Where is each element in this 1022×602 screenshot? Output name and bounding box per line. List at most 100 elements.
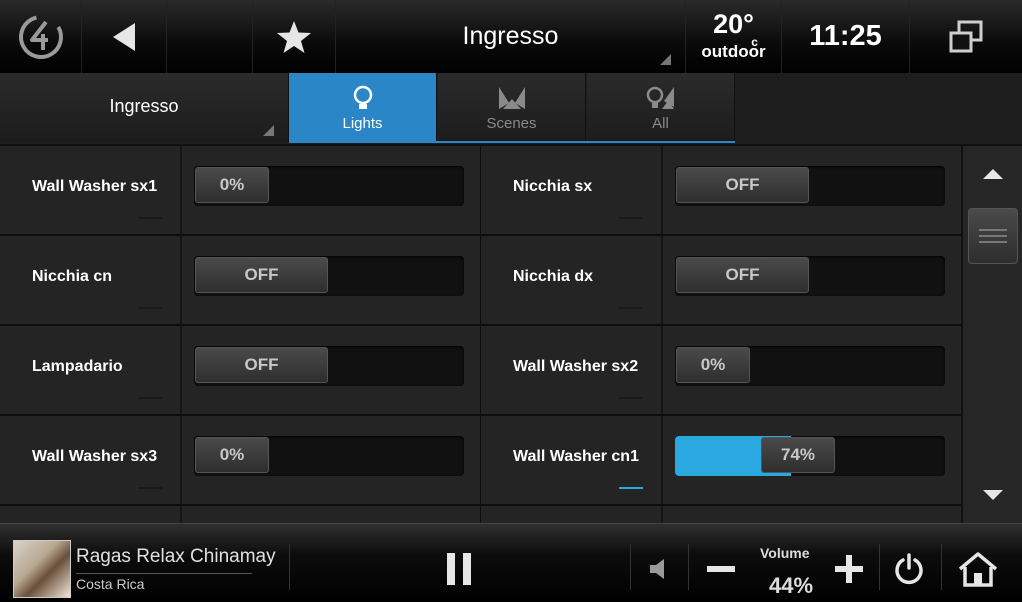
tab-label: Lights — [342, 115, 383, 132]
volume-down-button[interactable] — [696, 549, 746, 589]
slider-knob[interactable]: 0% — [676, 347, 750, 383]
top-bar: Ingresso 20° c outdoor 11:25 — [0, 0, 1022, 74]
dimmer-slider[interactable]: OFF — [675, 166, 945, 206]
divider — [688, 544, 689, 590]
plus-icon — [835, 555, 863, 583]
tab-lights[interactable]: Lights — [289, 73, 437, 142]
tab-all[interactable]: All — [587, 73, 735, 142]
temperature-unit: c — [751, 35, 758, 49]
volume-value: 44% — [769, 573, 814, 598]
bulb-icon — [353, 85, 372, 109]
pause-button[interactable] — [430, 544, 488, 594]
album-art[interactable] — [13, 540, 71, 598]
tab-underline — [289, 141, 735, 143]
scroll-thumb[interactable] — [968, 208, 1018, 264]
device-name[interactable]: Wall Washer cn1 — [513, 448, 639, 466]
device-name[interactable]: Nicchia cn — [32, 268, 112, 286]
slider-knob[interactable]: OFF — [195, 347, 328, 383]
device-name[interactable]: Wall Washer sx2 — [513, 358, 638, 376]
power-button[interactable] — [885, 549, 933, 589]
divider — [180, 236, 182, 324]
device-cell: Wall Washer sx1 0% — [0, 146, 482, 234]
divider — [661, 506, 663, 523]
favorites-button[interactable] — [253, 0, 336, 73]
scroll-down-button[interactable] — [963, 467, 1022, 523]
divider — [289, 544, 290, 590]
logo-button[interactable] — [0, 0, 82, 73]
device-status-indicator — [138, 217, 162, 219]
logo-icon — [18, 14, 63, 59]
media-player-bar: Ragas Relax Chinamayi Costa Rica Volume … — [0, 523, 1022, 602]
device-cell: Nicchia cn OFF — [0, 236, 482, 324]
divider — [941, 544, 942, 590]
device-row: Nicchia cn OFF Nicchia dx OFF — [0, 236, 961, 326]
dimmer-slider[interactable]: OFF — [194, 346, 464, 386]
divider — [879, 544, 880, 590]
track-artist: Costa Rica — [76, 576, 145, 592]
device-status-indicator — [619, 397, 643, 399]
scenes-icon — [498, 87, 525, 109]
room-label: Ingresso — [109, 96, 179, 116]
slider-knob[interactable]: 0% — [195, 167, 269, 203]
windows-icon — [949, 20, 983, 52]
divider — [180, 506, 182, 523]
tab-bar: Ingresso Lights Scenes All — [0, 73, 1022, 146]
divider — [661, 326, 663, 414]
dimmer-slider[interactable]: 0% — [194, 436, 464, 476]
slider-knob[interactable]: 74% — [761, 437, 835, 473]
slider-knob[interactable]: 0% — [195, 437, 269, 473]
divider — [661, 146, 663, 234]
top-bar-spacer — [167, 0, 253, 73]
dimmer-slider[interactable]: 0% — [675, 346, 945, 386]
chevron-down-icon — [982, 490, 1003, 500]
weather-widget[interactable]: 20° c outdoor — [686, 0, 782, 73]
page-title-button[interactable]: Ingresso — [336, 0, 686, 73]
slider-knob[interactable]: OFF — [676, 167, 809, 203]
speaker-icon — [650, 559, 664, 579]
clock: 11:25 — [782, 0, 910, 73]
volume-up-button[interactable] — [824, 549, 874, 589]
back-button[interactable] — [82, 0, 167, 73]
divider — [180, 146, 182, 234]
slider-knob[interactable]: OFF — [195, 257, 328, 293]
device-name[interactable]: Wall Washer sx3 — [32, 448, 157, 466]
dimmer-slider[interactable]: 74% — [675, 436, 945, 476]
back-arrow-icon — [113, 22, 135, 51]
scrollbar[interactable] — [961, 146, 1022, 523]
device-cell — [0, 506, 482, 523]
dimmer-slider[interactable]: OFF — [675, 256, 945, 296]
device-cell: Wall Washer sx2 0% — [481, 326, 961, 414]
device-cell: Wall Washer cn1 74% — [481, 416, 961, 504]
volume-label: Volume — [760, 545, 810, 561]
mute-button[interactable] — [640, 549, 678, 589]
dimmer-slider[interactable]: 0% — [194, 166, 464, 206]
dimmer-slider[interactable]: OFF — [194, 256, 464, 296]
device-name[interactable]: Nicchia dx — [513, 268, 593, 286]
all-icon — [646, 86, 674, 109]
device-name[interactable]: Wall Washer sx1 — [32, 178, 157, 196]
device-name[interactable]: Nicchia sx — [513, 178, 592, 196]
device-cell: Nicchia sx OFF — [481, 146, 961, 234]
room-selector[interactable]: Ingresso — [0, 73, 289, 142]
track-title: Ragas Relax Chinamayi — [76, 546, 276, 567]
device-status-indicator — [619, 307, 643, 309]
tab-scenes[interactable]: Scenes — [438, 73, 586, 142]
slider-knob[interactable]: OFF — [676, 257, 809, 293]
divider — [661, 236, 663, 324]
windows-button[interactable] — [910, 0, 1022, 73]
divider — [661, 416, 663, 504]
pause-icon — [447, 553, 471, 585]
scroll-up-button[interactable] — [963, 146, 1022, 202]
temperature-value: 20° — [713, 9, 754, 39]
tab-label: Scenes — [486, 115, 537, 132]
device-row: Lampadario OFF Wall Washer sx2 0% — [0, 326, 961, 416]
device-status-indicator — [138, 397, 162, 399]
power-icon — [895, 553, 923, 585]
device-status-indicator — [619, 487, 643, 489]
divider — [180, 416, 182, 504]
device-cell: Nicchia dx OFF — [481, 236, 961, 324]
device-name[interactable]: Lampadario — [32, 358, 123, 376]
device-row: Wall Washer sx1 0% Nicchia sx OFF — [0, 146, 961, 236]
device-status-indicator — [138, 487, 162, 489]
home-button[interactable] — [950, 547, 1006, 591]
